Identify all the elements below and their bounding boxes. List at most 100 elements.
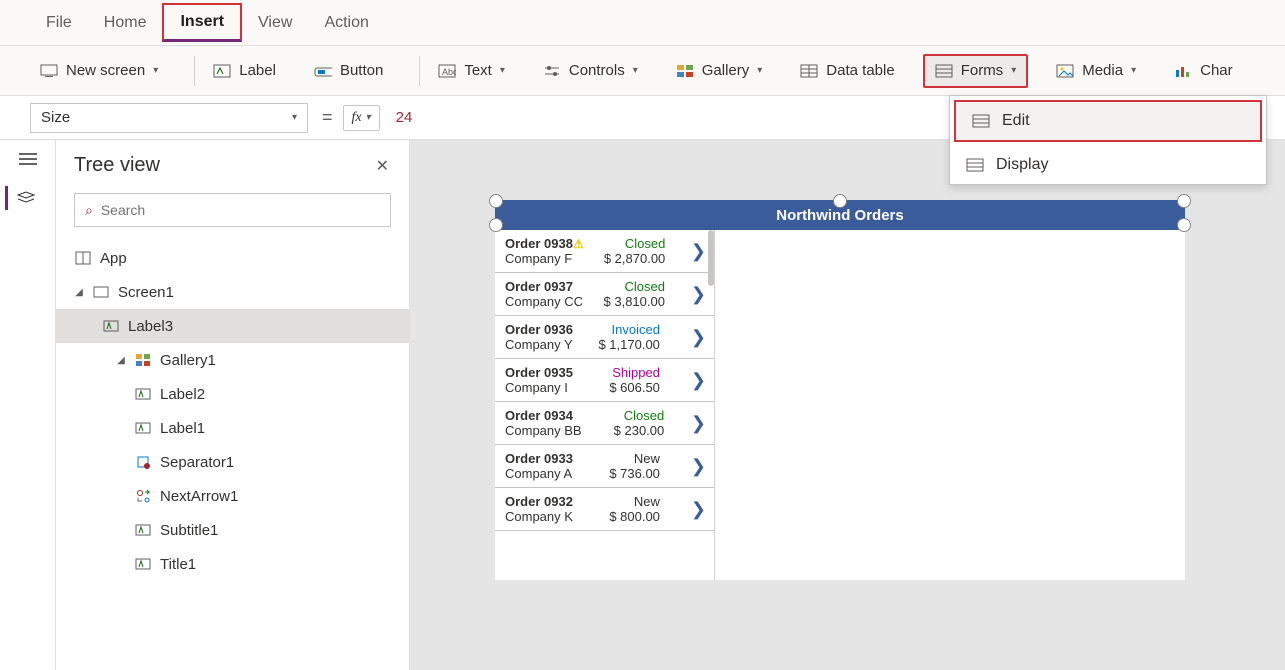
tree-search[interactable]: ⌕ — [74, 193, 391, 227]
ribbon: New screen ▾ Label Button Abc Text ▾ Con… — [0, 46, 1285, 96]
tree-title1-label: Title1 — [160, 556, 196, 573]
gallery-item[interactable]: Order 0933Company ANew$ 736.00❯ — [495, 445, 714, 488]
label-icon — [134, 521, 152, 539]
gallery-item[interactable]: Order 0937Company CCClosed$ 3,810.00❯ — [495, 273, 714, 316]
new-screen-button[interactable]: New screen ▾ — [30, 56, 168, 86]
chevron-right-icon[interactable]: ❯ — [685, 499, 706, 520]
gallery-button[interactable]: Gallery ▾ — [666, 56, 773, 86]
tree-gallery1-label: Gallery1 — [160, 352, 216, 369]
tree-label2[interactable]: Label2 — [56, 377, 409, 411]
tree-label3[interactable]: Label3 — [56, 309, 409, 343]
gallery-item[interactable]: Order 0932Company KNew$ 800.00❯ — [495, 488, 714, 531]
selection-handles[interactable] — [489, 194, 1191, 232]
label-icon — [134, 555, 152, 573]
gallery-item[interactable]: Order 0934Company BBClosed$ 230.00❯ — [495, 402, 714, 445]
svg-text:Abc: Abc — [442, 67, 456, 77]
gallery-item[interactable]: Order 0936Company YInvoiced$ 1,170.00❯ — [495, 316, 714, 359]
tree-view-pane: Tree view ✕ ⌕ App ◢ Screen1 Label3 ◢ — [56, 140, 410, 670]
tree-label1[interactable]: Label1 — [56, 411, 409, 445]
button-button[interactable]: Button — [304, 56, 393, 86]
resize-handle[interactable] — [1177, 194, 1191, 208]
text-button[interactable]: Abc Text ▾ — [428, 56, 515, 86]
resize-handle[interactable] — [489, 194, 503, 208]
data-table-button[interactable]: Data table — [790, 56, 904, 86]
tree-view-rail-icon[interactable] — [5, 186, 36, 210]
property-name: Size — [41, 109, 70, 126]
gallery-item[interactable]: Order 0938⚠Company FClosed$ 2,870.00❯ — [495, 230, 714, 273]
gallery-label: Gallery — [702, 62, 750, 79]
order-title: Order 0932 — [505, 494, 573, 509]
property-selector[interactable]: Size ▾ — [30, 103, 308, 133]
forms-dropdown-edit[interactable]: Edit — [954, 100, 1262, 142]
tree-list: App ◢ Screen1 Label3 ◢ Gallery1 Label2 L… — [56, 237, 409, 581]
media-button[interactable]: Media ▾ — [1046, 56, 1146, 86]
chevron-down-icon: ▾ — [757, 65, 762, 76]
divider — [419, 56, 420, 86]
order-status: Closed — [624, 408, 664, 423]
tree-screen1-label: Screen1 — [118, 284, 174, 301]
close-icon[interactable]: ✕ — [376, 156, 389, 176]
hamburger-icon[interactable] — [18, 152, 38, 166]
chevron-right-icon[interactable]: ❯ — [685, 413, 706, 434]
order-amount: $ 800.00 — [609, 509, 660, 524]
tree-app-label: App — [100, 250, 127, 267]
chevron-down-icon: ▾ — [633, 65, 638, 76]
left-rail — [0, 140, 56, 670]
formula-value[interactable]: 24 — [390, 109, 413, 126]
chart-label: Char — [1200, 62, 1233, 79]
scrollbar[interactable] — [708, 230, 714, 286]
tree-search-input[interactable] — [101, 202, 380, 218]
resize-handle[interactable] — [833, 194, 847, 208]
menu-action[interactable]: Action — [308, 6, 384, 40]
chevron-right-icon[interactable]: ❯ — [685, 370, 706, 391]
form-edit-icon — [972, 112, 990, 130]
controls-label: Controls — [569, 62, 625, 79]
label-icon — [134, 385, 152, 403]
tree-nextarrow1[interactable]: NextArrow1 — [56, 479, 409, 513]
main-area: Tree view ✕ ⌕ App ◢ Screen1 Label3 ◢ — [0, 140, 1285, 670]
forms-button[interactable]: Forms ▾ — [923, 54, 1029, 88]
expand-icon[interactable]: ◢ — [116, 355, 126, 366]
chevron-down-icon: ▾ — [366, 112, 371, 123]
media-label: Media — [1082, 62, 1123, 79]
screen-icon — [40, 62, 58, 80]
chart-button[interactable]: Char — [1164, 56, 1243, 86]
order-title: Order 0935 — [505, 365, 573, 380]
expand-icon[interactable]: ◢ — [74, 287, 84, 298]
tree-nextarrow1-label: NextArrow1 — [160, 488, 238, 505]
label-button[interactable]: Label — [203, 56, 286, 86]
button-label: Button — [340, 62, 383, 79]
chevron-right-icon[interactable]: ❯ — [685, 327, 706, 348]
forms-dropdown-edit-label: Edit — [1002, 112, 1030, 130]
chevron-right-icon[interactable]: ❯ — [685, 456, 706, 477]
chevron-right-icon[interactable]: ❯ — [685, 284, 706, 305]
fx-button[interactable]: fx ▾ — [343, 105, 380, 131]
tree-gallery1[interactable]: ◢ Gallery1 — [56, 343, 409, 377]
forms-label: Forms — [961, 62, 1004, 79]
chevron-right-icon[interactable]: ❯ — [685, 241, 706, 262]
canvas[interactable]: Northwind Orders Order 0938⚠Company FClo… — [410, 140, 1285, 670]
menu-view[interactable]: View — [242, 6, 308, 40]
forms-dropdown-display[interactable]: Display — [950, 146, 1266, 184]
menu-insert[interactable]: Insert — [162, 3, 242, 42]
data-table-label: Data table — [826, 62, 894, 79]
order-company: Company CC — [505, 294, 583, 309]
controls-button[interactable]: Controls ▾ — [533, 56, 648, 86]
resize-handle[interactable] — [1177, 218, 1191, 232]
gallery-item[interactable]: Order 0935Company IShipped$ 606.50❯ — [495, 359, 714, 402]
tree-separator1[interactable]: Separator1 — [56, 445, 409, 479]
tree-subtitle1[interactable]: Subtitle1 — [56, 513, 409, 547]
order-title: Order 0933 — [505, 451, 573, 466]
order-company: Company I — [505, 380, 573, 395]
gallery-preview[interactable]: Order 0938⚠Company FClosed$ 2,870.00❯Ord… — [495, 230, 715, 580]
tree-screen1[interactable]: ◢ Screen1 — [56, 275, 409, 309]
chevron-down-icon: ▾ — [500, 65, 505, 76]
label-label: Label — [239, 62, 276, 79]
chart-icon — [1174, 62, 1192, 80]
tree-subtitle1-label: Subtitle1 — [160, 522, 218, 539]
forms-icon — [935, 62, 953, 80]
tree-title1[interactable]: Title1 — [56, 547, 409, 581]
tree-app[interactable]: App — [56, 241, 409, 275]
menu-home[interactable]: Home — [88, 6, 163, 40]
menu-file[interactable]: File — [30, 6, 88, 40]
